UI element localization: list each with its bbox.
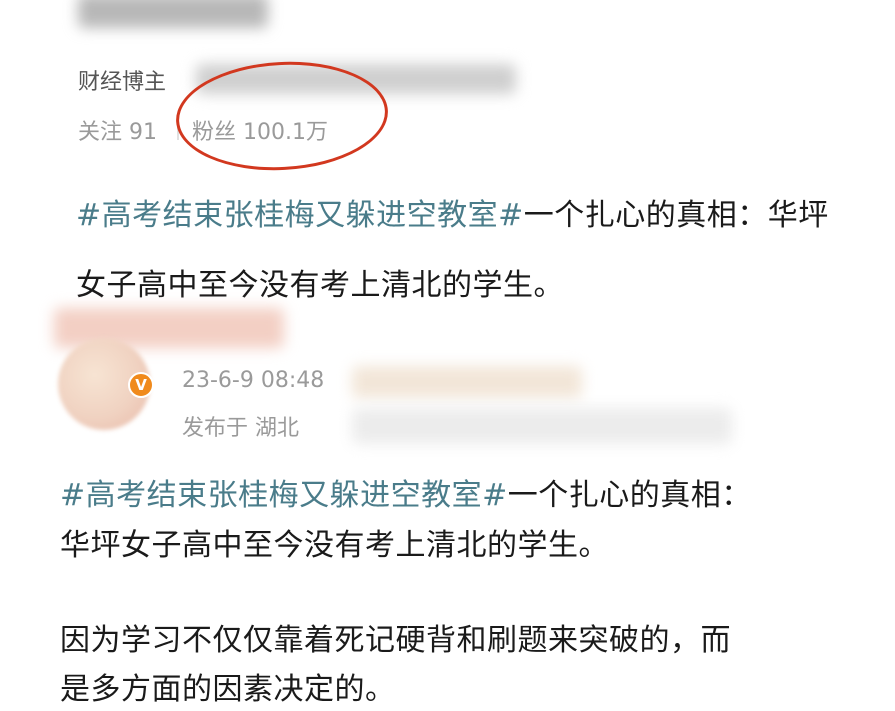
post2-para2-line1: 因为学习不仅仅靠着死记硬背和刷题来突破的，而 xyxy=(60,623,731,658)
post1-line1: #高考结束张桂梅又躲进空教室#一个扎心的真相：华坪 xyxy=(76,190,829,234)
post1-line2: 女子高中至今没有考上清北的学生。 xyxy=(76,268,564,303)
post2-para2-line2: 是多方面的因素决定的。 xyxy=(60,672,396,707)
post2-line1-text: 一个扎心的真相： xyxy=(507,478,752,513)
post1-hashtag-link[interactable]: #高考结束张桂梅又躲进空教室# xyxy=(76,198,524,233)
post2-line2: 华坪女子高中至今没有考上清北的学生。 xyxy=(60,528,609,563)
post-timestamp: 23-6-9 08:48 xyxy=(182,368,325,393)
post2-hashtag-link[interactable]: #高考结束张桂梅又躲进空教室# xyxy=(60,478,508,513)
post-location: 发布于 湖北 xyxy=(182,416,299,441)
post2-line1: #高考结束张桂梅又躲进空教室#一个扎心的真相： xyxy=(60,470,752,514)
profile-role: 财经博主 xyxy=(78,70,167,95)
verified-badge-icon: V xyxy=(128,372,154,398)
blurred-post2-extra xyxy=(352,408,732,444)
following-count: 关注 91 xyxy=(78,120,157,145)
blurred-username xyxy=(78,0,268,28)
post1-line1-text: 一个扎心的真相：华坪 xyxy=(523,198,829,233)
blurred-post2-source xyxy=(352,366,582,398)
